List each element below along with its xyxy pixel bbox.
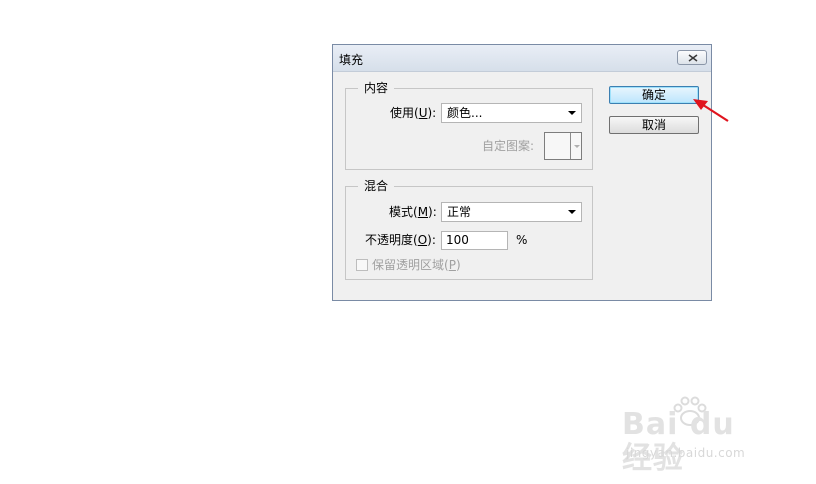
opacity-input[interactable]: 100 xyxy=(441,231,508,250)
use-select-value: 颜色... xyxy=(447,106,483,120)
chevron-down-icon xyxy=(574,145,580,148)
chevron-down-icon xyxy=(568,111,576,115)
custom-pattern-picker[interactable] xyxy=(544,132,582,160)
ok-button[interactable]: 确定 xyxy=(609,86,699,104)
cancel-button[interactable]: 取消 xyxy=(609,116,699,134)
custom-pattern-label: 自定图案: xyxy=(482,139,535,153)
close-button[interactable] xyxy=(677,50,707,65)
close-icon xyxy=(688,54,698,62)
opacity-unit: % xyxy=(516,233,528,247)
content-group-label: 内容 xyxy=(358,80,395,96)
preserve-transparency-checkbox[interactable] xyxy=(356,259,368,271)
opacity-label: 不透明度(O): xyxy=(365,233,436,247)
mode-select[interactable]: 正常 xyxy=(441,202,582,222)
watermark-logo-text: Bai du 经验 xyxy=(622,407,735,476)
title-bar[interactable]: 填充 xyxy=(333,45,711,72)
watermark-url: jingyan.baidu.com xyxy=(626,446,746,460)
use-label: 使用(U): xyxy=(390,106,437,120)
use-select[interactable]: 颜色... xyxy=(441,103,582,123)
chevron-down-icon xyxy=(568,210,576,214)
annotation-arrow-icon xyxy=(693,99,729,122)
baidu-watermark: Bai du 经验 jingyan.baidu.com xyxy=(622,396,774,476)
fill-dialog: 填充 内容 使用(U): 颜色... 自定图案: 混合 模式(M): 正常 不透… xyxy=(332,44,712,301)
blend-group-label: 混合 xyxy=(358,178,395,194)
mode-label: 模式(M): xyxy=(389,205,437,219)
dialog-title: 填充 xyxy=(339,53,364,67)
preserve-transparency-label: 保留透明区域(P) xyxy=(372,258,461,272)
pattern-divider xyxy=(570,133,571,159)
mode-select-value: 正常 xyxy=(447,205,472,219)
